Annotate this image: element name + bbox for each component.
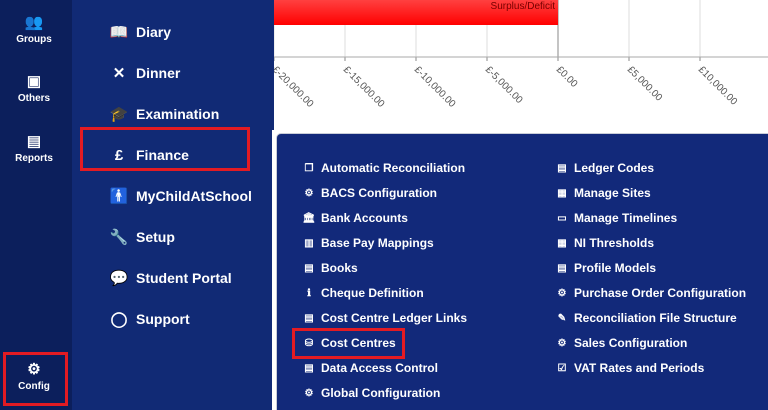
finance-link-label: Global Configuration — [321, 386, 441, 400]
menu-item-examination[interactable]: 🎓 Examination — [108, 104, 220, 124]
menu-item-label: Support — [136, 311, 190, 327]
finance-link-purchase-order-configuration[interactable]: ⚙ Purchase Order Configuration — [555, 285, 747, 301]
finance-link-label: Bank Accounts — [321, 211, 408, 225]
bar-label: Surplus/Deficit — [491, 1, 556, 12]
list-icon: ▤ — [557, 262, 567, 274]
table-icon: ▦ — [557, 237, 567, 249]
finance-link-label: Base Pay Mappings — [321, 236, 434, 250]
finance-link-label: Ledger Codes — [574, 161, 655, 175]
finance-highlight — [80, 127, 250, 171]
finance-link-automatic-reconciliation[interactable]: ❐ Automatic Reconciliation — [302, 160, 466, 176]
module-menu: 📖 Diary ✕ Dinner 🎓 Examination £ Finance 🚹 MyChil… — [72, 0, 272, 410]
config-highlight — [3, 352, 68, 406]
menu-item-mychildatschool[interactable]: 🚹 MyChildAtSchool — [108, 186, 252, 206]
lifebuoy-icon: ◯ — [110, 311, 128, 328]
x-tick-label: £-15,000.00 — [341, 64, 387, 110]
x-tick-label: £-10,000.00 — [412, 64, 458, 110]
chat-icon: 💬 — [109, 270, 129, 287]
menu-item-dinner[interactable]: ✕ Dinner — [108, 63, 181, 83]
x-tick-label: £10,000.00 — [696, 64, 739, 107]
finance-link-vat-rates-and-periods[interactable]: ☑ VAT Rates and Periods — [555, 360, 705, 376]
finance-link-profile-models[interactable]: ▤ Profile Models — [555, 260, 656, 276]
finance-link-cost-centre-ledger-links[interactable]: ▤ Cost Centre Ledger Links — [302, 310, 467, 326]
calendar-check-icon: ☑ — [557, 362, 567, 374]
rail-item-groups[interactable]: 👥 Groups — [0, 13, 68, 45]
rail-item-reports[interactable]: ▤ Reports — [0, 132, 68, 164]
x-tick-label: £5,000.00 — [625, 64, 665, 104]
menu-item-label: Student Portal — [136, 270, 232, 286]
finance-link-label: Cost Centre Ledger Links — [321, 311, 468, 325]
gear-icon: ⚙ — [557, 287, 567, 299]
menu-item-diary[interactable]: 📖 Diary — [108, 22, 171, 42]
finance-link-reconciliation-file-structure[interactable]: ✎ Reconciliation File Structure — [555, 310, 737, 326]
finance-link-sales-configuration[interactable]: ⚙ Sales Configuration — [555, 335, 688, 351]
rail-item-label: Reports — [15, 153, 53, 164]
finance-link-label: Purchase Order Configuration — [574, 286, 747, 300]
gear-icon: ⚙ — [557, 337, 567, 349]
finance-link-label: NI Thresholds — [574, 236, 655, 250]
book-icon: 📖 — [109, 24, 129, 41]
finance-link-data-access-control[interactable]: ▤ Data Access Control — [302, 360, 438, 376]
finance-link-label: Automatic Reconciliation — [321, 161, 466, 175]
graduation-cap-icon: 🎓 — [109, 106, 129, 123]
finance-link-base-pay-mappings[interactable]: ▥ Base Pay Mappings — [302, 235, 434, 251]
bank-icon: 🏛 — [302, 212, 316, 224]
rail-item-others[interactable]: ▣ Others — [0, 72, 68, 104]
menu-item-label: Dinner — [136, 65, 181, 81]
list-icon: ▤ — [304, 312, 314, 324]
finance-link-manage-sites[interactable]: ▦ Manage Sites — [555, 185, 651, 201]
finance-link-label: Manage Timelines — [574, 211, 678, 225]
rail-item-label: Groups — [16, 34, 52, 45]
finance-link-bank-accounts[interactable]: 🏛 Bank Accounts — [302, 210, 408, 226]
info-icon: ℹ — [307, 287, 311, 299]
menu-item-support[interactable]: ◯ Support — [108, 309, 190, 329]
menu-item-label: Examination — [136, 106, 220, 122]
finance-link-label: BACS Configuration — [321, 186, 437, 200]
rail-item-label: Others — [17, 93, 51, 104]
presentation-icon: ▣ — [26, 73, 42, 90]
x-tick-label: £-20,000.00 — [272, 64, 316, 110]
document-icon: ▤ — [26, 133, 42, 150]
finance-link-manage-timelines[interactable]: ▭ Manage Timelines — [555, 210, 677, 226]
finance-link-global-configuration[interactable]: ⚙ Global Configuration — [302, 385, 441, 401]
finance-link-cheque-definition[interactable]: ℹ Cheque Definition — [302, 285, 424, 301]
users-icon: 👥 — [24, 14, 44, 31]
building-icon: ▦ — [557, 187, 567, 199]
menu-item-label: Diary — [136, 24, 172, 40]
menu-item-label: Setup — [136, 229, 175, 245]
finance-link-ni-thresholds[interactable]: ▦ NI Thresholds — [555, 235, 654, 251]
gear-icon: ⚙ — [304, 387, 314, 399]
menu-item-student-portal[interactable]: 💬 Student Portal — [108, 268, 232, 288]
finance-link-books[interactable]: ▤ Books — [302, 260, 358, 276]
copy-icon: ❐ — [304, 162, 314, 174]
finance-link-label: Data Access Control — [321, 361, 438, 375]
cost-centres-highlight — [292, 328, 405, 359]
x-tick-label: £0.00 — [554, 64, 580, 90]
map-icon: ▥ — [304, 237, 314, 249]
utensils-icon: ✕ — [112, 65, 126, 82]
gear-icon: ⚙ — [304, 187, 314, 199]
menu-item-setup[interactable]: 🔧 Setup — [108, 227, 175, 247]
child-icon: 🚹 — [109, 188, 129, 205]
edit-icon: ✎ — [557, 312, 567, 324]
finance-link-label: Sales Configuration — [574, 336, 688, 350]
surplus-deficit-chart: £-20,000.00 £-15,000.00 £-10,000.00 £-5,000… — [272, 0, 768, 130]
list-icon: ▤ — [304, 262, 314, 274]
wrench-icon: 🔧 — [109, 229, 129, 246]
finance-link-label: Cheque Definition — [321, 286, 424, 300]
icon-rail: 👥 Groups ▣ Others ▤ Reports ⚙ Config — [0, 0, 72, 410]
list-icon: ▤ — [304, 362, 314, 374]
finance-link-bacs-configuration[interactable]: ⚙ BACS Configuration — [302, 185, 437, 201]
finance-link-label: Books — [321, 261, 358, 275]
x-tick-label: £-5,000.00 — [483, 64, 525, 106]
finance-link-label: Reconciliation File Structure — [574, 311, 737, 325]
calendar-icon: ▭ — [557, 212, 567, 224]
menu-item-label: MyChildAtSchool — [136, 188, 252, 204]
finance-link-label: Profile Models — [574, 261, 657, 275]
list-icon: ▤ — [557, 162, 567, 174]
finance-link-label: Manage Sites — [574, 186, 651, 200]
finance-link-ledger-codes[interactable]: ▤ Ledger Codes — [555, 160, 654, 176]
finance-submenu-panel: ❐ Automatic Reconciliation ⚙ BACS Configura… — [276, 133, 768, 410]
finance-link-label: VAT Rates and Periods — [574, 361, 705, 375]
